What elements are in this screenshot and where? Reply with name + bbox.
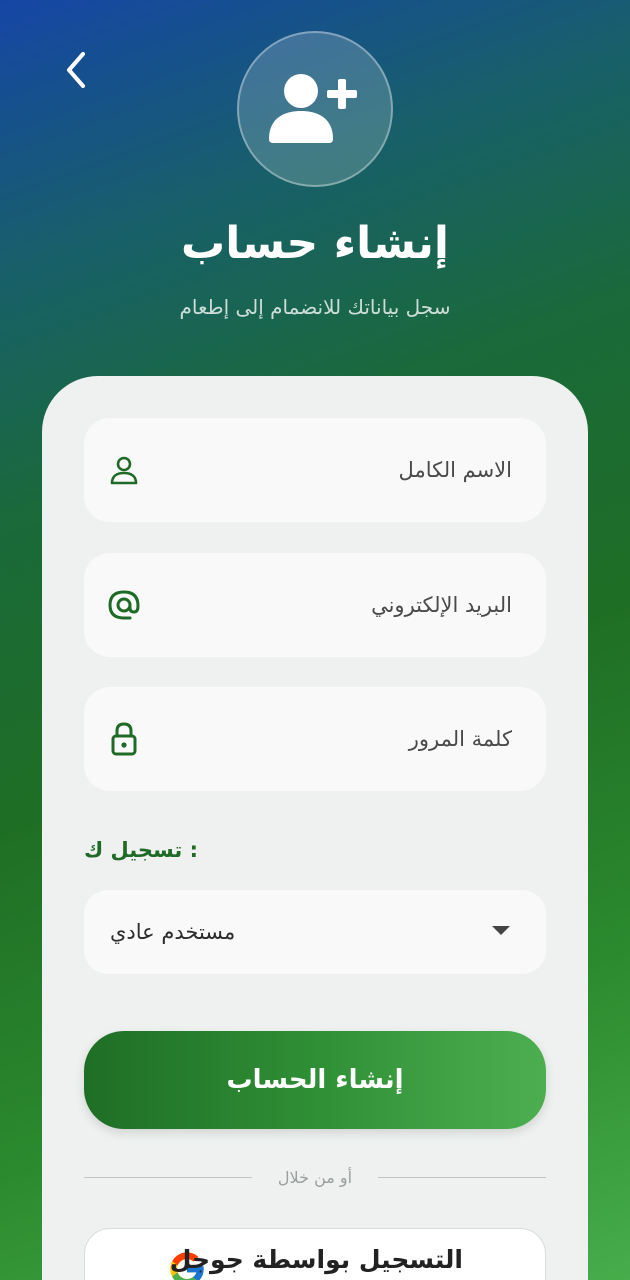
person-icon [106, 452, 142, 488]
chevron-left-icon [67, 52, 85, 88]
avatar-badge [237, 31, 393, 187]
divider-text: أو من خلال [277, 1168, 353, 1187]
full-name-field[interactable]: الاسم الكامل [84, 418, 546, 522]
email-placeholder: البريد الإلكتروني [371, 593, 512, 617]
caret-down-icon [492, 926, 510, 935]
role-select[interactable]: مستخدم عادي [84, 890, 546, 974]
person-add-icon [269, 74, 357, 143]
password-placeholder: كلمة المرور [408, 727, 512, 751]
email-field[interactable]: البريد الإلكتروني [84, 553, 546, 657]
google-signup-button[interactable]: التسجيل بواسطة جوجل [84, 1228, 546, 1280]
role-selected-value: مستخدم عادي [110, 920, 236, 944]
create-account-button[interactable]: إنشاء الحساب [84, 1031, 546, 1129]
page-title: إنشاء حساب [181, 218, 449, 269]
back-button[interactable] [52, 42, 100, 98]
google-signup-label: التسجيل بواسطة جوجل [169, 1245, 463, 1274]
at-icon [106, 587, 142, 623]
page-subtitle: سجل بياناتك للانضمام إلى إطعام [179, 295, 451, 319]
lock-icon [106, 721, 142, 757]
full-name-placeholder: الاسم الكامل [398, 458, 512, 482]
register-as-label: : تسجيل ك [84, 838, 198, 862]
password-field[interactable]: كلمة المرور [84, 687, 546, 791]
